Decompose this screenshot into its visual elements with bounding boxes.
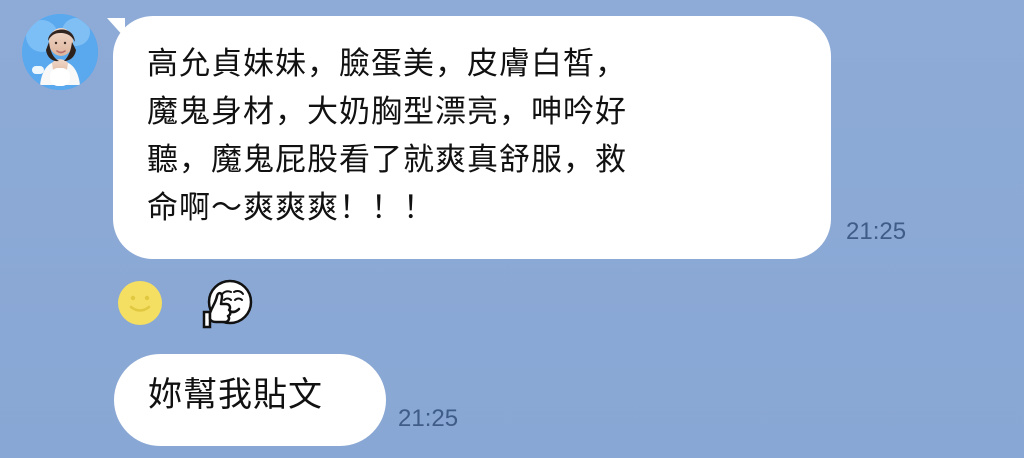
message-line-1: 高允貞妹妹，臉蛋美，皮膚白皙， xyxy=(147,46,627,82)
message-line-2: 魔鬼身材，大奶胸型漂亮，呻吟好 xyxy=(147,94,627,130)
incoming-message-bubble[interactable]: 高允貞妹妹，臉蛋美，皮膚白皙， 魔鬼身材，大奶胸型漂亮，呻吟好 聽，魔鬼屁股看了… xyxy=(107,16,831,259)
short-message-text: 妳幫我貼文 xyxy=(148,375,323,415)
incoming-message-bubble-short[interactable]: 妳幫我貼文 xyxy=(114,354,386,446)
profile-avatar-icon xyxy=(22,14,98,90)
thumbs-up-emoji-icon[interactable] xyxy=(196,278,254,330)
profile-avatar[interactable] xyxy=(22,14,98,90)
smile-emoji-icon[interactable] xyxy=(117,280,163,326)
message-timestamp-short: 21:25 xyxy=(398,405,459,432)
message-line-4: 命啊～爽爽爽！！！ xyxy=(147,190,435,226)
message-timestamp: 21:25 xyxy=(846,218,907,245)
message-line-3: 聽，魔鬼屁股看了就爽真舒服，救 xyxy=(147,142,627,178)
chat-view: 高允貞妹妹，臉蛋美，皮膚白皙， 魔鬼身材，大奶胸型漂亮，呻吟好 聽，魔鬼屁股看了… xyxy=(0,0,1024,458)
